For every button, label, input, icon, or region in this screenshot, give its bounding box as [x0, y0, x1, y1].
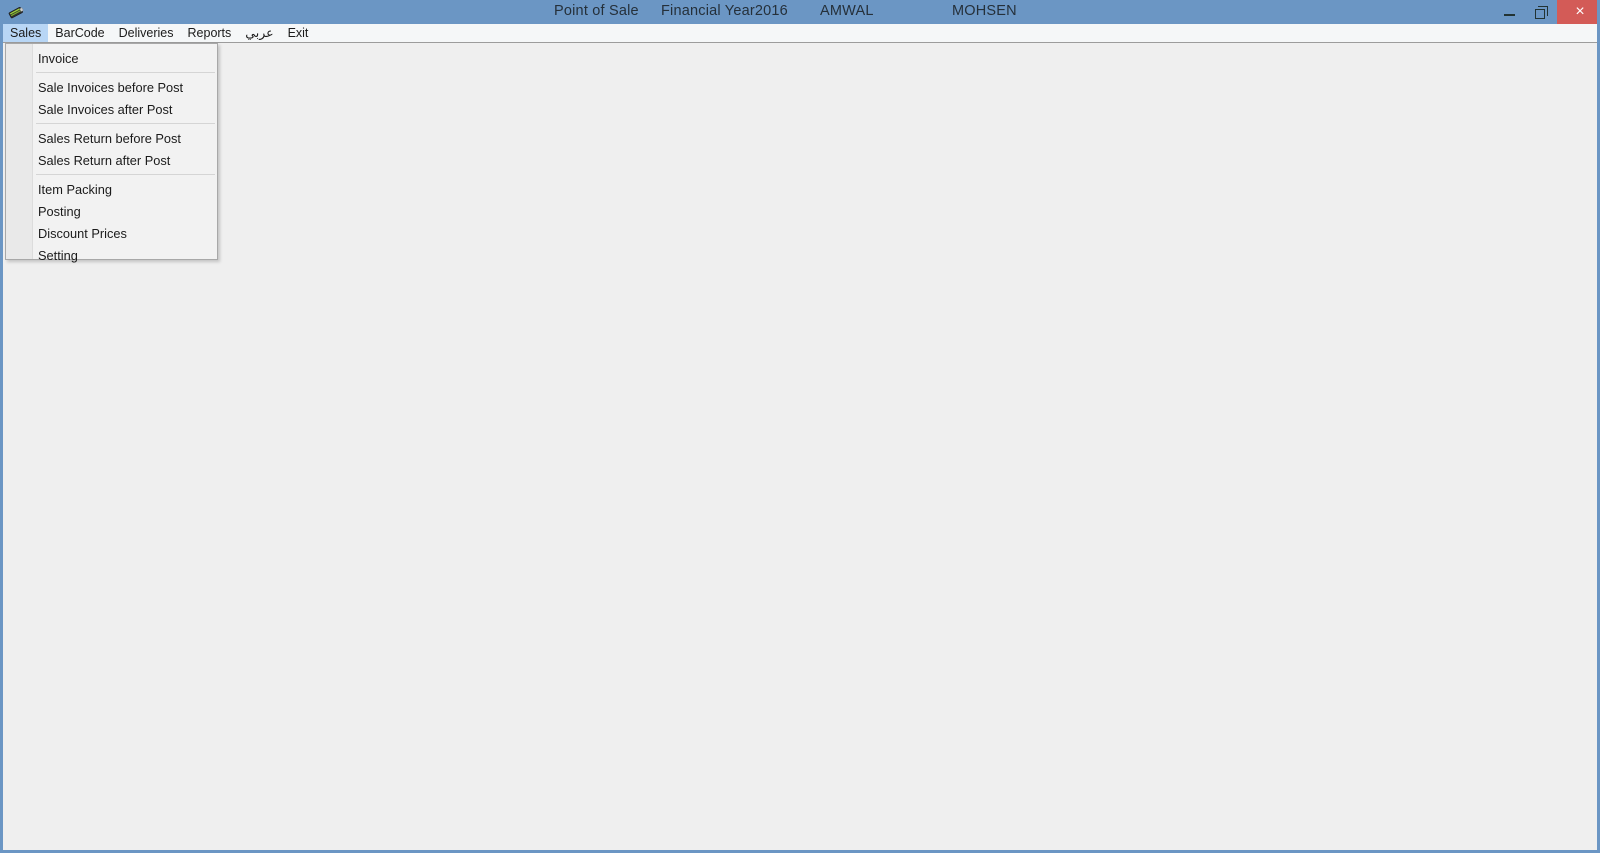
- menu-item-exit-label: Exit: [287, 26, 309, 40]
- title-financial-year: Financial Year2016: [661, 3, 788, 19]
- menu-item-arabic[interactable]: عربي: [238, 24, 280, 42]
- menu-entry-posting-label: Posting: [38, 203, 81, 219]
- title-user-name: MOHSEN: [952, 3, 1017, 19]
- menu-item-sales[interactable]: Sales: [3, 24, 49, 42]
- title-point-of-sale: Point of Sale: [554, 3, 639, 19]
- app-icon[interactable]: [5, 1, 27, 23]
- window-controls: ×: [1493, 0, 1597, 24]
- menu-item-barcode[interactable]: BarCode: [48, 24, 111, 42]
- minimize-icon: [1503, 13, 1515, 16]
- menu-entry-discount-prices-label: Discount Prices: [38, 225, 127, 241]
- title-company-name: AMWAL: [820, 3, 874, 19]
- sales-dropdown-menu: Invoice Sale Invoices before Post Sale I…: [5, 43, 218, 263]
- menu-entry-sales-return-after-post-label: Sales Return after Post: [38, 152, 171, 168]
- menu-item-reports[interactable]: Reports: [181, 24, 239, 42]
- menu-item-sales-label: Sales: [10, 26, 42, 40]
- client-area: [3, 43, 1597, 850]
- menu-item-barcode-label: BarCode: [55, 26, 105, 40]
- menu-entry-sales-return-before-post[interactable]: Sales Return before Post: [6, 127, 217, 149]
- menu-separator-1: [6, 69, 217, 76]
- menu-entry-sale-invoices-before-post-label: Sale Invoices before Post: [38, 79, 184, 95]
- menu-separator-3: [6, 171, 217, 178]
- minimize-button[interactable]: [1493, 0, 1525, 24]
- title-bar[interactable]: Point of Sale Financial Year2016 AMWAL M…: [3, 0, 1597, 24]
- menu-bar: Sales BarCode Deliveries Reports عربي Ex…: [3, 24, 1597, 43]
- menu-entry-sale-invoices-after-post[interactable]: Sale Invoices after Post: [6, 98, 217, 120]
- close-button[interactable]: ×: [1557, 0, 1597, 24]
- menu-entry-item-packing[interactable]: Item Packing: [6, 178, 217, 200]
- menu-entry-discount-prices[interactable]: Discount Prices: [6, 222, 217, 244]
- restore-icon: [1534, 5, 1548, 19]
- menu-item-arabic-label: عربي: [245, 26, 274, 40]
- menu-entry-invoice-label: Invoice: [38, 50, 79, 66]
- menu-item-deliveries[interactable]: Deliveries: [112, 24, 181, 42]
- menu-entry-posting[interactable]: Posting: [6, 200, 217, 222]
- menu-item-exit[interactable]: Exit: [281, 24, 316, 42]
- restore-button[interactable]: [1525, 0, 1557, 24]
- menu-entry-sales-return-before-post-label: Sales Return before Post: [38, 130, 181, 146]
- menu-entry-sale-invoices-after-post-label: Sale Invoices after Post: [38, 101, 173, 117]
- menu-entry-invoice[interactable]: Invoice: [6, 47, 217, 69]
- menu-item-reports-label: Reports: [187, 26, 232, 40]
- menu-entry-sales-return-after-post[interactable]: Sales Return after Post: [6, 149, 217, 171]
- application-window: Point of Sale Financial Year2016 AMWAL M…: [0, 0, 1600, 853]
- menu-item-deliveries-label: Deliveries: [118, 26, 174, 40]
- close-icon: ×: [1575, 3, 1585, 20]
- menu-entry-setting-label: Setting: [38, 247, 78, 263]
- menu-separator-2: [6, 120, 217, 127]
- menu-entry-setting[interactable]: Setting: [6, 244, 217, 266]
- dropdown-items: Invoice Sale Invoices before Post Sale I…: [6, 44, 217, 269]
- menu-entry-sale-invoices-before-post[interactable]: Sale Invoices before Post: [6, 76, 217, 98]
- menu-entry-item-packing-label: Item Packing: [38, 181, 112, 197]
